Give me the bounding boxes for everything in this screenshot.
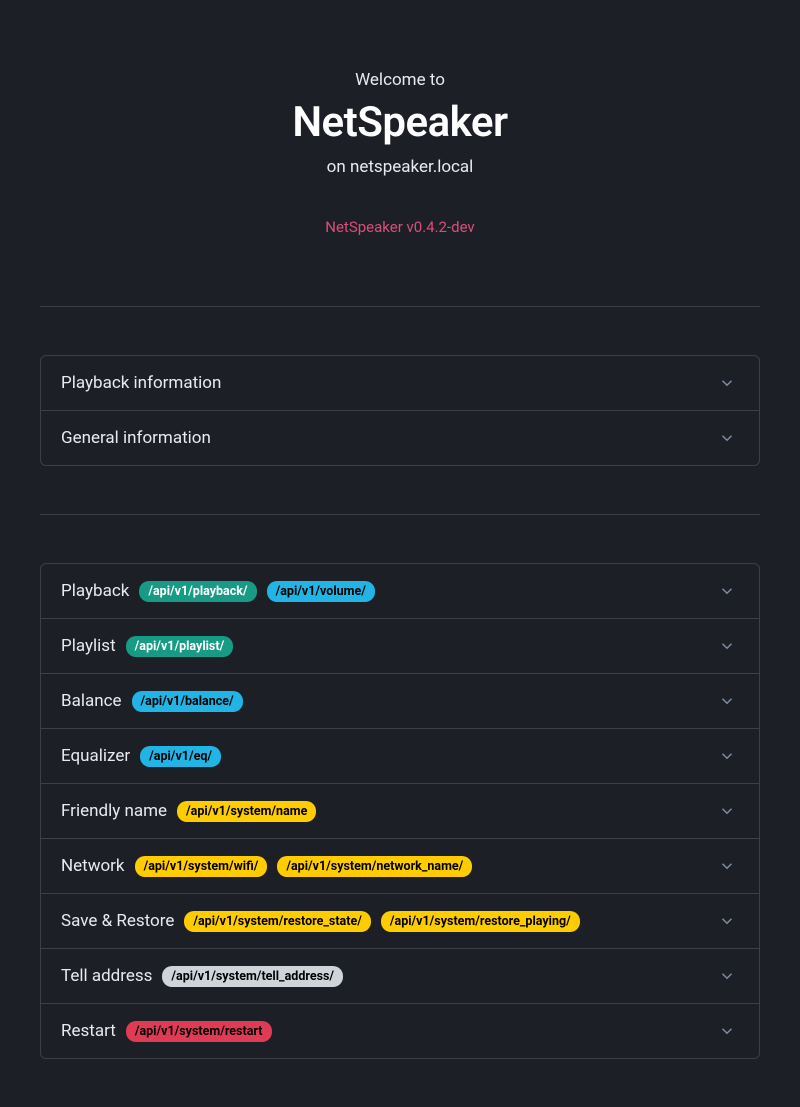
api-badge: /api/v1/eq/ <box>140 746 221 767</box>
accordion-title: Playback information <box>61 373 221 393</box>
chevron-down-icon <box>715 426 739 450</box>
api-badge: /api/v1/system/network_name/ <box>277 856 472 877</box>
api-accordion-item[interactable]: Save & Restore/api/v1/system/restore_sta… <box>41 894 759 949</box>
accordion-title: Friendly name <box>61 801 167 821</box>
api-accordion-item[interactable]: Balance/api/v1/balance/ <box>41 674 759 729</box>
info-accordion-item[interactable]: General information <box>41 411 759 465</box>
accordion-title: Restart <box>61 1021 116 1041</box>
welcome-text: Welcome to <box>40 70 760 90</box>
section-divider <box>40 514 760 515</box>
api-badge: /api/v1/system/restore_playing/ <box>381 911 580 932</box>
chevron-down-icon <box>715 744 739 768</box>
api-badge: /api/v1/playlist/ <box>126 636 234 657</box>
accordion-title: Tell address <box>61 966 152 986</box>
chevron-down-icon <box>715 634 739 658</box>
chevron-down-icon <box>715 964 739 988</box>
version-link[interactable]: NetSpeaker v0.4.2-dev <box>325 218 474 236</box>
api-badge: /api/v1/system/restore_state/ <box>184 911 371 932</box>
accordion-title: Save & Restore <box>61 911 174 931</box>
api-accordion-item[interactable]: Equalizer/api/v1/eq/ <box>41 729 759 784</box>
info-accordion: Playback information General information <box>40 355 760 466</box>
chevron-down-icon <box>715 579 739 603</box>
api-badge: /api/v1/volume/ <box>267 581 375 602</box>
api-accordion: Playback/api/v1/playback/ /api/v1/volume/… <box>40 563 760 1059</box>
api-badge: /api/v1/playback/ <box>139 581 256 602</box>
accordion-title: Playback <box>61 581 129 601</box>
info-accordion-item[interactable]: Playback information <box>41 356 759 411</box>
api-badge: /api/v1/system/tell_address/ <box>162 966 343 987</box>
api-accordion-item[interactable]: Friendly name/api/v1/system/name <box>41 784 759 839</box>
brand-title: NetSpeaker <box>40 98 760 147</box>
accordion-title: General information <box>61 428 211 448</box>
host-text: on netspeaker.local <box>40 157 760 177</box>
chevron-down-icon <box>715 854 739 878</box>
accordion-title: Equalizer <box>61 746 130 766</box>
api-accordion-item[interactable]: Playlist/api/v1/playlist/ <box>41 619 759 674</box>
chevron-down-icon <box>715 371 739 395</box>
chevron-down-icon <box>715 799 739 823</box>
section-divider <box>40 306 760 307</box>
api-badge: /api/v1/balance/ <box>132 691 243 712</box>
chevron-down-icon <box>715 909 739 933</box>
api-badge: /api/v1/system/name <box>177 801 316 822</box>
chevron-down-icon <box>715 1019 739 1043</box>
accordion-title: Balance <box>61 691 122 711</box>
api-accordion-item[interactable]: Tell address/api/v1/system/tell_address/ <box>41 949 759 1004</box>
api-accordion-item[interactable]: Playback/api/v1/playback/ /api/v1/volume/ <box>41 564 759 619</box>
chevron-down-icon <box>715 689 739 713</box>
api-badge: /api/v1/system/wifi/ <box>135 856 268 877</box>
accordion-title: Network <box>61 856 125 876</box>
api-accordion-item[interactable]: Network/api/v1/system/wifi/ /api/v1/syste… <box>41 839 759 894</box>
page-header: Welcome to NetSpeaker on netspeaker.loca… <box>40 0 760 276</box>
accordion-title: Playlist <box>61 636 116 656</box>
api-badge: /api/v1/system/restart <box>126 1021 272 1042</box>
